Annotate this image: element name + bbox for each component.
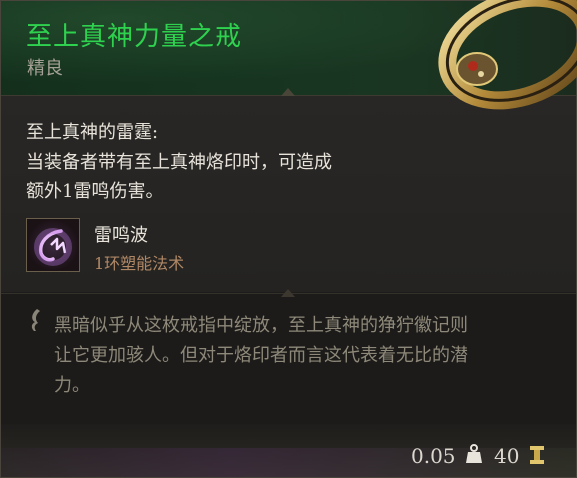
lore-line: 黑暗似乎从这枚戒指中绽放，至上真神的狰狞徽记则 xyxy=(54,315,468,336)
thunderwave-spell-icon[interactable] xyxy=(26,218,80,272)
passive-title: 至上真神的雷霆: xyxy=(26,122,159,143)
spell-level: 1环塑能法术 xyxy=(94,254,185,273)
lore-line: 力。 xyxy=(54,375,90,396)
lore-text: 黑暗似乎从这枚戒指中绽放，至上真神的狰狞徽记则 让它更加骇人。但对于烙印者而言这… xyxy=(54,311,554,401)
passive-description-line: 额外1雷鸣伤害。 xyxy=(26,181,164,202)
divider-notch xyxy=(281,289,295,297)
price-value: 40 xyxy=(494,444,520,468)
gold-coin-icon xyxy=(530,446,544,464)
tooltip-footer xyxy=(0,424,577,478)
passive-description: 当装备者带有至上真神烙印时，可造成 额外1雷鸣伤害。 xyxy=(26,148,426,206)
lore-line: 让它更加骇人。但对于烙印者而言这代表着无比的潜 xyxy=(54,345,468,366)
item-rarity: 精良 xyxy=(27,58,63,79)
passive-description-line: 当装备者带有至上真神烙印时，可造成 xyxy=(26,152,332,173)
weight-value: 0.05 xyxy=(411,444,456,468)
item-tooltip: 至上真神力量之戒 精良 至上真神的雷霆: 当装备者带有至上真神烙印时，可造成 额… xyxy=(0,0,577,478)
ring-image xyxy=(438,0,577,110)
spell-name: 雷鸣波 xyxy=(94,225,148,246)
quill-icon xyxy=(31,309,40,331)
item-name: 至上真神力量之戒 xyxy=(26,22,243,52)
divider-notch xyxy=(281,88,295,96)
weight-icon xyxy=(466,444,482,463)
